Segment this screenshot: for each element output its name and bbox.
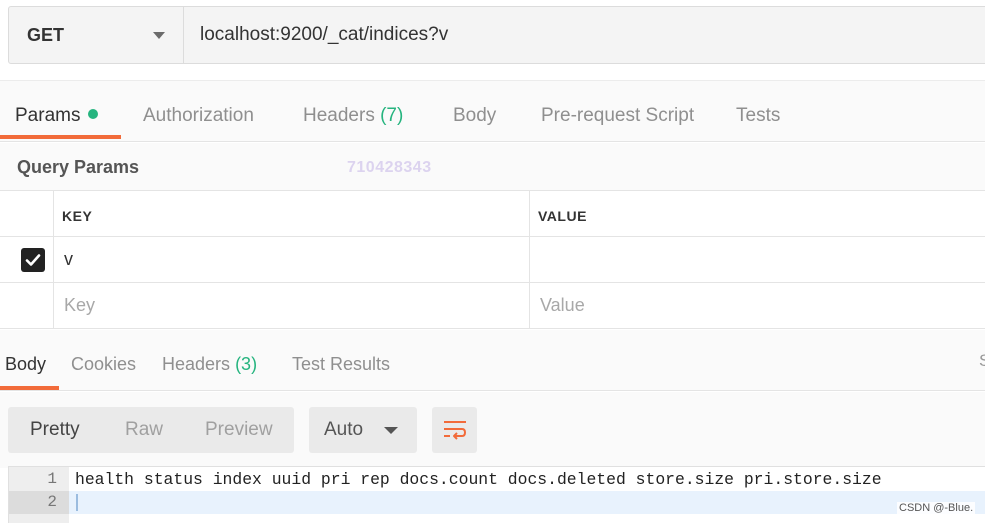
response-tab-cookies-label: Cookies xyxy=(71,354,137,374)
response-tabs: Body Cookies Headers (3) Test Results xyxy=(0,330,985,391)
response-tab-headers-count: (3) xyxy=(235,354,258,374)
format-select[interactable]: Auto xyxy=(309,407,417,453)
check-icon xyxy=(25,254,41,266)
line-number: 2 xyxy=(47,493,57,511)
pretty-button[interactable]: Pretty xyxy=(30,407,80,453)
view-mode-selector: Pretty Raw Preview xyxy=(8,407,294,453)
preview-button[interactable]: Preview xyxy=(205,407,273,453)
new-row-check-cell xyxy=(0,283,54,328)
tab-authorization[interactable]: Authorization xyxy=(143,81,254,141)
param-key-value: v xyxy=(64,249,73,269)
method-label: GET xyxy=(27,24,65,45)
chevron-down-icon xyxy=(153,31,165,39)
tab-headers[interactable]: Headers (7) xyxy=(303,81,403,141)
row-check-cell xyxy=(0,237,54,282)
response-tab-headers-label: Headers xyxy=(162,354,231,374)
query-params-title: Query Params xyxy=(17,157,140,177)
credit-watermark: CSDN @-Blue. xyxy=(897,502,976,514)
tab-body-label: Body xyxy=(453,105,497,126)
request-bar: GET xyxy=(8,6,985,64)
params-active-dot xyxy=(88,109,99,119)
tab-tests-label: Tests xyxy=(736,105,781,126)
code-line-current: 2 xyxy=(9,491,985,514)
header-value-cell: VALUE xyxy=(530,191,985,236)
tab-tests[interactable]: Tests xyxy=(736,81,780,141)
tab-body[interactable]: Body xyxy=(453,81,496,141)
response-tab-body-label: Body xyxy=(5,354,47,374)
watermark-text: 710428343 xyxy=(347,159,432,176)
tab-headers-count: (7) xyxy=(380,105,404,126)
header-check-cell xyxy=(0,191,54,236)
tab-params[interactable]: Params xyxy=(15,81,99,141)
line-text: health status index uuid pri rep docs.co… xyxy=(75,470,882,489)
tab-pre-request-script-label: Pre-request Script xyxy=(541,105,695,126)
key-placeholder: Key xyxy=(64,295,96,315)
value-placeholder: Value xyxy=(540,295,585,315)
method-select[interactable]: GET xyxy=(9,7,184,63)
new-param-row: Key Value xyxy=(0,283,985,329)
tab-authorization-label: Authorization xyxy=(143,105,254,126)
param-value-cell[interactable] xyxy=(530,237,985,282)
active-response-tab-indicator xyxy=(0,386,59,390)
wrap-lines-button[interactable] xyxy=(432,407,477,453)
url-input[interactable] xyxy=(184,7,985,63)
response-tab-headers[interactable]: Headers (3) xyxy=(162,330,257,390)
response-tab-test-results-label: Test Results xyxy=(292,354,391,374)
key-column-header: KEY xyxy=(62,208,93,224)
table-header-row: KEY VALUE xyxy=(0,191,985,237)
active-tab-indicator xyxy=(0,135,121,139)
chevron-down-icon xyxy=(384,427,398,434)
request-tabs: Params Authorization Headers (7) Body Pr… xyxy=(0,80,985,142)
response-tab-test-results[interactable]: Test Results xyxy=(292,330,390,390)
cut-off-status-text: S xyxy=(979,351,985,370)
line-number: 1 xyxy=(47,470,57,488)
table-row: v xyxy=(0,237,985,283)
query-params-header: Query Params 710428343 xyxy=(0,143,985,191)
format-select-label: Auto xyxy=(324,419,364,440)
code-line: 1 health status index uuid pri rep docs.… xyxy=(9,468,985,491)
viewer-toolbar: Pretty Raw Preview Auto xyxy=(0,392,985,468)
response-body-viewer[interactable]: 1 health status index uuid pri rep docs.… xyxy=(8,466,985,523)
tab-pre-request-script[interactable]: Pre-request Script xyxy=(541,81,694,141)
new-value-input[interactable]: Value xyxy=(530,283,985,328)
raw-button[interactable]: Raw xyxy=(125,407,163,453)
value-column-header: VALUE xyxy=(538,208,587,224)
params-table: KEY VALUE v Key Value xyxy=(0,191,985,329)
header-key-cell: KEY xyxy=(54,191,530,236)
tab-headers-label: Headers xyxy=(303,105,375,126)
new-key-input[interactable]: Key xyxy=(54,283,530,328)
param-enabled-checkbox[interactable] xyxy=(21,248,45,272)
text-cursor xyxy=(76,494,78,511)
response-tab-cookies[interactable]: Cookies xyxy=(71,330,136,390)
response-tab-body[interactable]: Body xyxy=(5,330,46,390)
tab-params-label: Params xyxy=(15,105,81,126)
param-key-cell[interactable]: v xyxy=(54,237,530,282)
wrap-lines-icon xyxy=(443,421,466,440)
